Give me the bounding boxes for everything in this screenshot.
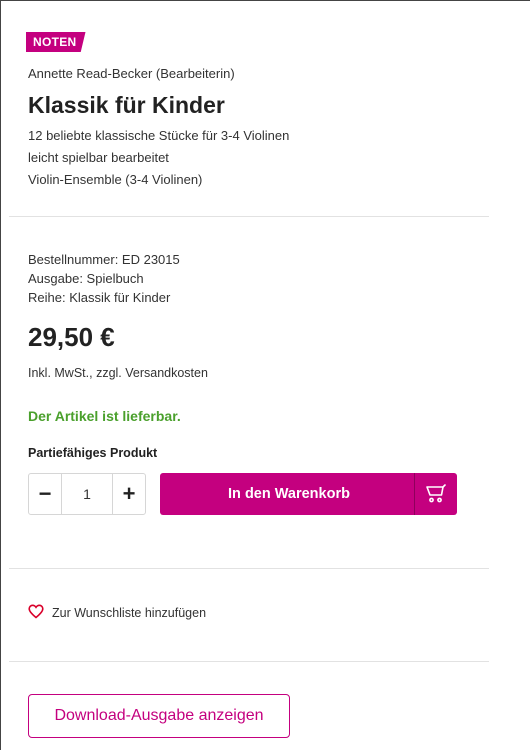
subtitle-line-3: Violin-Ensemble (3-4 Violinen)	[28, 172, 203, 187]
product-title: Klassik für Kinder	[28, 92, 225, 118]
quantity-stepper: − 1 +	[28, 473, 146, 515]
increase-quantity-button[interactable]: +	[113, 474, 145, 514]
download-edition-button[interactable]: Download-Ausgabe anzeigen	[28, 694, 290, 738]
divider	[9, 568, 489, 569]
decrease-quantity-button[interactable]: −	[29, 474, 61, 514]
wishlist-label: Zur Wunschliste hinzufügen	[52, 606, 207, 620]
heart-icon	[28, 604, 44, 622]
add-to-cart-button[interactable]: In den Warenkorb	[160, 473, 457, 515]
author-line: Annette Read-Becker (Bearbeiterin)	[28, 66, 235, 81]
series: Reihe: Klassik für Kinder	[28, 290, 171, 305]
wishlist-link[interactable]: Zur Wunschliste hinzufügen	[28, 604, 206, 622]
category-badge: NOTEN	[26, 32, 86, 52]
subtitle-line-2: leicht spielbar bearbeitet	[28, 150, 169, 165]
cart-icon	[414, 473, 457, 515]
subtitle-line-1: 12 beliebte klassische Stücke für 3-4 Vi…	[28, 128, 290, 143]
divider	[9, 216, 489, 217]
divider	[9, 661, 489, 662]
tax-note: Inkl. MwSt., zzgl. Versandkosten	[28, 366, 208, 380]
order-number: Bestellnummer: ED 23015	[28, 252, 180, 267]
availability-status: Der Artikel ist lieferbar.	[28, 408, 181, 424]
edition: Ausgabe: Spielbuch	[28, 271, 144, 286]
quantity-input[interactable]: 1	[61, 474, 113, 514]
add-to-cart-label: In den Warenkorb	[228, 486, 350, 502]
price: 29,50 €	[28, 322, 115, 352]
partie-label: Partiefähiges Produkt	[28, 446, 158, 460]
